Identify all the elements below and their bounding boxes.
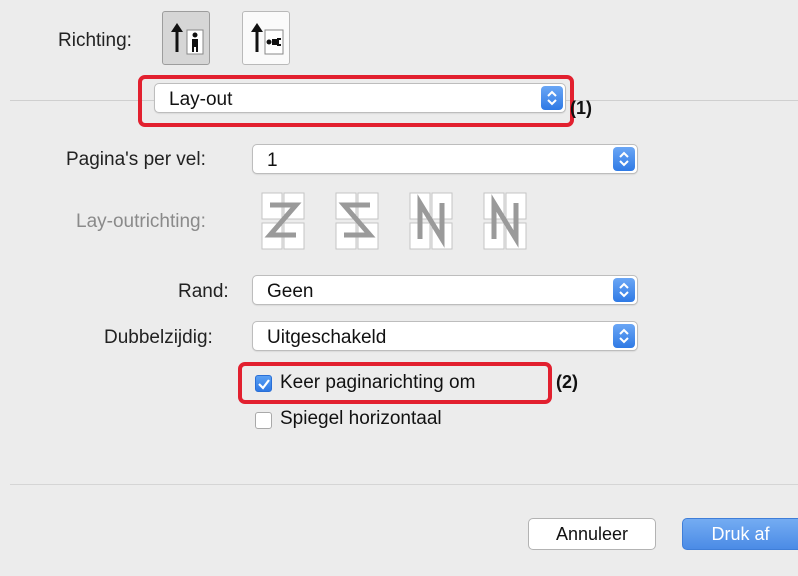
two-sided-popup[interactable]: Uitgeschakeld bbox=[252, 321, 638, 351]
print-button[interactable]: Druk af bbox=[682, 518, 798, 550]
layout-direction-label: Lay-outrichting: bbox=[76, 211, 206, 232]
callout-2: (2) bbox=[556, 372, 578, 392]
z-order-icon[interactable] bbox=[258, 189, 308, 253]
updown-arrow-icon bbox=[613, 324, 635, 348]
two-sided-label: Dubbelzijdig: bbox=[104, 327, 213, 348]
border-popup[interactable]: Geen bbox=[252, 275, 638, 305]
highlight-box-2 bbox=[238, 362, 552, 404]
landscape-orientation-icon bbox=[251, 23, 284, 55]
portrait-orientation-button[interactable] bbox=[162, 11, 210, 65]
highlight-box-1 bbox=[138, 75, 574, 127]
border-value: Geen bbox=[267, 281, 314, 302]
flip-horizontal-label[interactable]: Spiegel horizontaal bbox=[280, 408, 442, 430]
pages-per-sheet-popup[interactable]: 1 bbox=[252, 144, 638, 174]
pages-per-sheet-label: Pagina's per vel: bbox=[66, 149, 206, 170]
flip-horizontal-checkbox[interactable] bbox=[255, 412, 272, 429]
orientation-label: Richting: bbox=[58, 30, 132, 51]
pages-per-sheet-value: 1 bbox=[267, 150, 278, 171]
border-label: Rand: bbox=[178, 281, 229, 302]
reverse-n-order-icon[interactable] bbox=[406, 189, 456, 253]
print-dialog: Richting: Lay-out (1) Pagina's per vel: … bbox=[10, 0, 798, 576]
landscape-orientation-button[interactable] bbox=[242, 11, 290, 65]
n-order-icon[interactable] bbox=[480, 189, 530, 253]
two-sided-value: Uitgeschakeld bbox=[267, 327, 387, 348]
updown-arrow-icon bbox=[613, 278, 635, 302]
updown-arrow-icon bbox=[613, 147, 635, 171]
cancel-button[interactable]: Annuleer bbox=[528, 518, 656, 550]
reverse-s-order-icon[interactable] bbox=[332, 189, 382, 253]
footer-separator bbox=[10, 484, 798, 485]
portrait-orientation-icon bbox=[171, 23, 204, 55]
callout-1: (1) bbox=[570, 98, 592, 118]
